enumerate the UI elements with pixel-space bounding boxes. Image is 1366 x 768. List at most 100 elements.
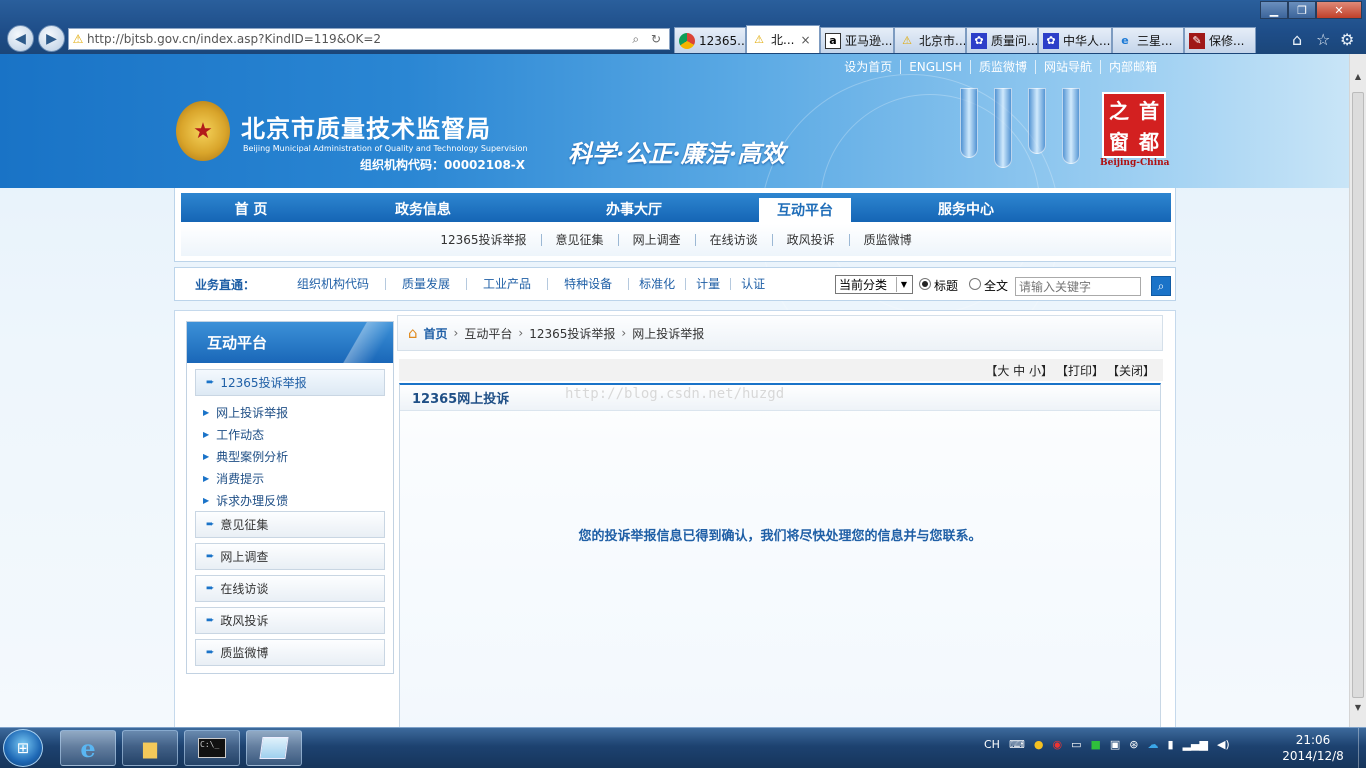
signal-icon[interactable]: ▂▄▆ [1183, 738, 1208, 751]
taskbar-ie-button[interactable]: e [60, 730, 116, 766]
radio-fulltext[interactable] [969, 278, 981, 290]
biz-link-org-code[interactable]: 组织机构代码 [281, 278, 385, 290]
security-icon[interactable]: ◉ [1052, 738, 1062, 751]
nav-tab-interaction[interactable]: 互动平台 [759, 198, 851, 222]
taskbar-app-button[interactable] [246, 730, 302, 766]
browser-tab[interactable]: ⚠ 北京市... [894, 27, 966, 53]
address-url[interactable]: http://bjtsb.gov.cn/index.asp?KindID=119… [87, 32, 621, 46]
breadcrumb-home[interactable]: 首页 [424, 325, 448, 342]
sidebar-subitem[interactable]: ▶ 工作动态 [203, 426, 264, 443]
taskbar-explorer-button[interactable]: ▆ [122, 730, 178, 766]
scroll-up-icon[interactable]: ▲ [1350, 68, 1366, 84]
nav-tab-service-center[interactable]: 服务中心 [891, 195, 1041, 222]
english-link[interactable]: ENGLISH [900, 60, 970, 74]
category-select-value: 当前分类 [839, 278, 888, 292]
biz-link-certification[interactable]: 认证 [730, 278, 775, 290]
keyboard-icon[interactable]: ⌨ [1009, 738, 1025, 751]
internal-mail-link[interactable]: 内部邮箱 [1099, 60, 1165, 74]
nav-tab-gov-info[interactable]: 政务信息 [321, 195, 525, 222]
warning-icon: ⚠ [72, 32, 84, 46]
sidebar-subitem[interactable]: ▶ 网上投诉举报 [203, 404, 288, 421]
sidebar-item-complaint[interactable]: ➨ 12365投诉举报 [195, 369, 385, 396]
content-frame: 互动平台 ➨ 12365投诉举报 ▶ 网上投诉举报 ▶ 工作动态 ▶ 典型案例分析 ▶ 消… [174, 310, 1176, 727]
capital-window-logo[interactable]: 之 首 窗 都 [1102, 92, 1166, 158]
network-share-icon[interactable]: ⊛ [1129, 738, 1138, 751]
scroll-down-icon[interactable]: ▼ [1350, 699, 1366, 715]
breadcrumb-item[interactable]: 互动平台 [464, 325, 512, 342]
triangle-right-icon: ▶ [203, 474, 210, 483]
browser-tab-active[interactable]: ⚠ 北... × [746, 25, 820, 53]
sidebar-item-survey[interactable]: ➨ 网上调查 [195, 543, 385, 570]
sidebar-subitem[interactable]: ▶ 消费提示 [203, 470, 264, 487]
volume-icon[interactable]: ◀) [1217, 738, 1230, 751]
browser-tab[interactable]: 12365... [674, 27, 746, 53]
biz-link-standard[interactable]: 标准化 [628, 278, 685, 290]
tray-app-icon[interactable]: ▣ [1110, 738, 1120, 751]
sidebar-subitem[interactable]: ▶ 典型案例分析 [203, 448, 288, 465]
print-link[interactable]: 【打印】 [1056, 362, 1104, 379]
baidu-paw-icon: ✿ [1043, 32, 1059, 49]
site-nav-link[interactable]: 网站导航 [1034, 60, 1100, 74]
search-refresh-icons[interactable]: ⌕ ↻ [621, 32, 669, 47]
chevron-right-icon: › [518, 326, 524, 340]
sidebar-item-conduct[interactable]: ➨ 政风投诉 [195, 607, 385, 634]
qq-icon[interactable]: ● [1034, 738, 1044, 751]
start-button[interactable]: ⊞ [3, 729, 43, 767]
settings-gear-icon[interactable]: ⚙ [1340, 30, 1354, 49]
show-desktop-button[interactable] [1358, 728, 1366, 768]
amazon-icon: a [825, 32, 841, 49]
tray-app-icon[interactable]: ■ [1090, 738, 1100, 751]
monitor-icon[interactable]: ▭ [1071, 738, 1081, 751]
subnav-opinion[interactable]: 意见征集 [540, 234, 618, 246]
address-bar[interactable]: ⚠ http://bjtsb.gov.cn/index.asp?KindID=1… [68, 28, 670, 50]
biz-link-special-equipment[interactable]: 特种设备 [547, 278, 628, 290]
search-input[interactable] [1015, 277, 1141, 296]
set-homepage-link[interactable]: 设为首页 [836, 60, 900, 74]
taskbar-cmd-button[interactable]: C:\_ [184, 730, 240, 766]
ie-icon: e [80, 733, 96, 763]
sidebar-subitem[interactable]: ▶ 诉求办理反馈 [203, 492, 288, 509]
nav-tab-home[interactable]: 首 页 [181, 195, 321, 222]
weibo-link[interactable]: 质监微博 [969, 60, 1035, 74]
subnav-interview[interactable]: 在线访谈 [694, 234, 772, 246]
biz-link-industrial[interactable]: 工业产品 [466, 278, 547, 290]
maximize-button[interactable]: ❐ [1288, 1, 1316, 19]
subnav-weibo[interactable]: 质监微博 [848, 234, 926, 246]
sidebar: 互动平台 ➨ 12365投诉举报 ▶ 网上投诉举报 ▶ 工作动态 ▶ 典型案例分析 ▶ 消… [186, 321, 394, 674]
back-button[interactable]: ◀ [7, 25, 34, 52]
browser-tab[interactable]: ✎ 保修... [1184, 27, 1256, 53]
scrollbar-thumb[interactable] [1352, 92, 1364, 698]
breadcrumb-item[interactable]: 12365投诉举报 [529, 325, 615, 342]
home-icon[interactable]: ⌂ [1292, 30, 1302, 49]
sidebar-item-interview[interactable]: ➨ 在线访谈 [195, 575, 385, 602]
browser-tab[interactable]: e 三星... [1112, 27, 1184, 53]
sidebar-item-weibo[interactable]: ➨ 质监微博 [195, 639, 385, 666]
sidebar-item-opinion[interactable]: ➨ 意见征集 [195, 511, 385, 538]
battery-icon[interactable]: ▮ [1168, 738, 1174, 751]
vertical-scrollbar[interactable]: ▲ ▼ [1349, 54, 1366, 727]
browser-tab[interactable]: ✿ 质量问... [966, 27, 1038, 53]
forward-button[interactable]: ▶ [38, 25, 65, 52]
biz-link-quality[interactable]: 质量发展 [385, 278, 466, 290]
biz-link-metrology[interactable]: 计量 [685, 278, 730, 290]
browser-tab[interactable]: a 亚马逊... [820, 27, 894, 53]
category-select[interactable]: 当前分类 ▼ [835, 275, 913, 294]
test-tube-graphic [994, 88, 1012, 168]
input-language[interactable]: CH [984, 738, 1000, 751]
site-subtitle: Beijing Municipal Administration of Qual… [243, 144, 528, 153]
minimize-button[interactable]: ▁ [1260, 1, 1288, 19]
radio-title[interactable] [919, 278, 931, 290]
font-size-links[interactable]: 【大 中 小】 [985, 362, 1053, 379]
favorites-star-icon[interactable]: ☆ [1316, 30, 1330, 49]
cloud-icon[interactable]: ☁ [1148, 738, 1159, 751]
clock[interactable]: 21:06 2014/12/8 [1268, 732, 1358, 764]
subnav-survey[interactable]: 网上调查 [617, 234, 695, 246]
close-window-button[interactable]: ✕ [1316, 1, 1362, 19]
close-link[interactable]: 【关闭】 [1107, 362, 1155, 379]
close-tab-icon[interactable]: × [800, 33, 810, 47]
subnav-complaint[interactable]: 12365投诉举报 [426, 234, 540, 246]
browser-tab[interactable]: ✿ 中华人... [1038, 27, 1112, 53]
nav-tab-service-hall[interactable]: 办事大厅 [525, 195, 743, 222]
subnav-conduct-complaint[interactable]: 政风投诉 [771, 234, 849, 246]
search-button[interactable]: ⌕ [1151, 276, 1171, 296]
